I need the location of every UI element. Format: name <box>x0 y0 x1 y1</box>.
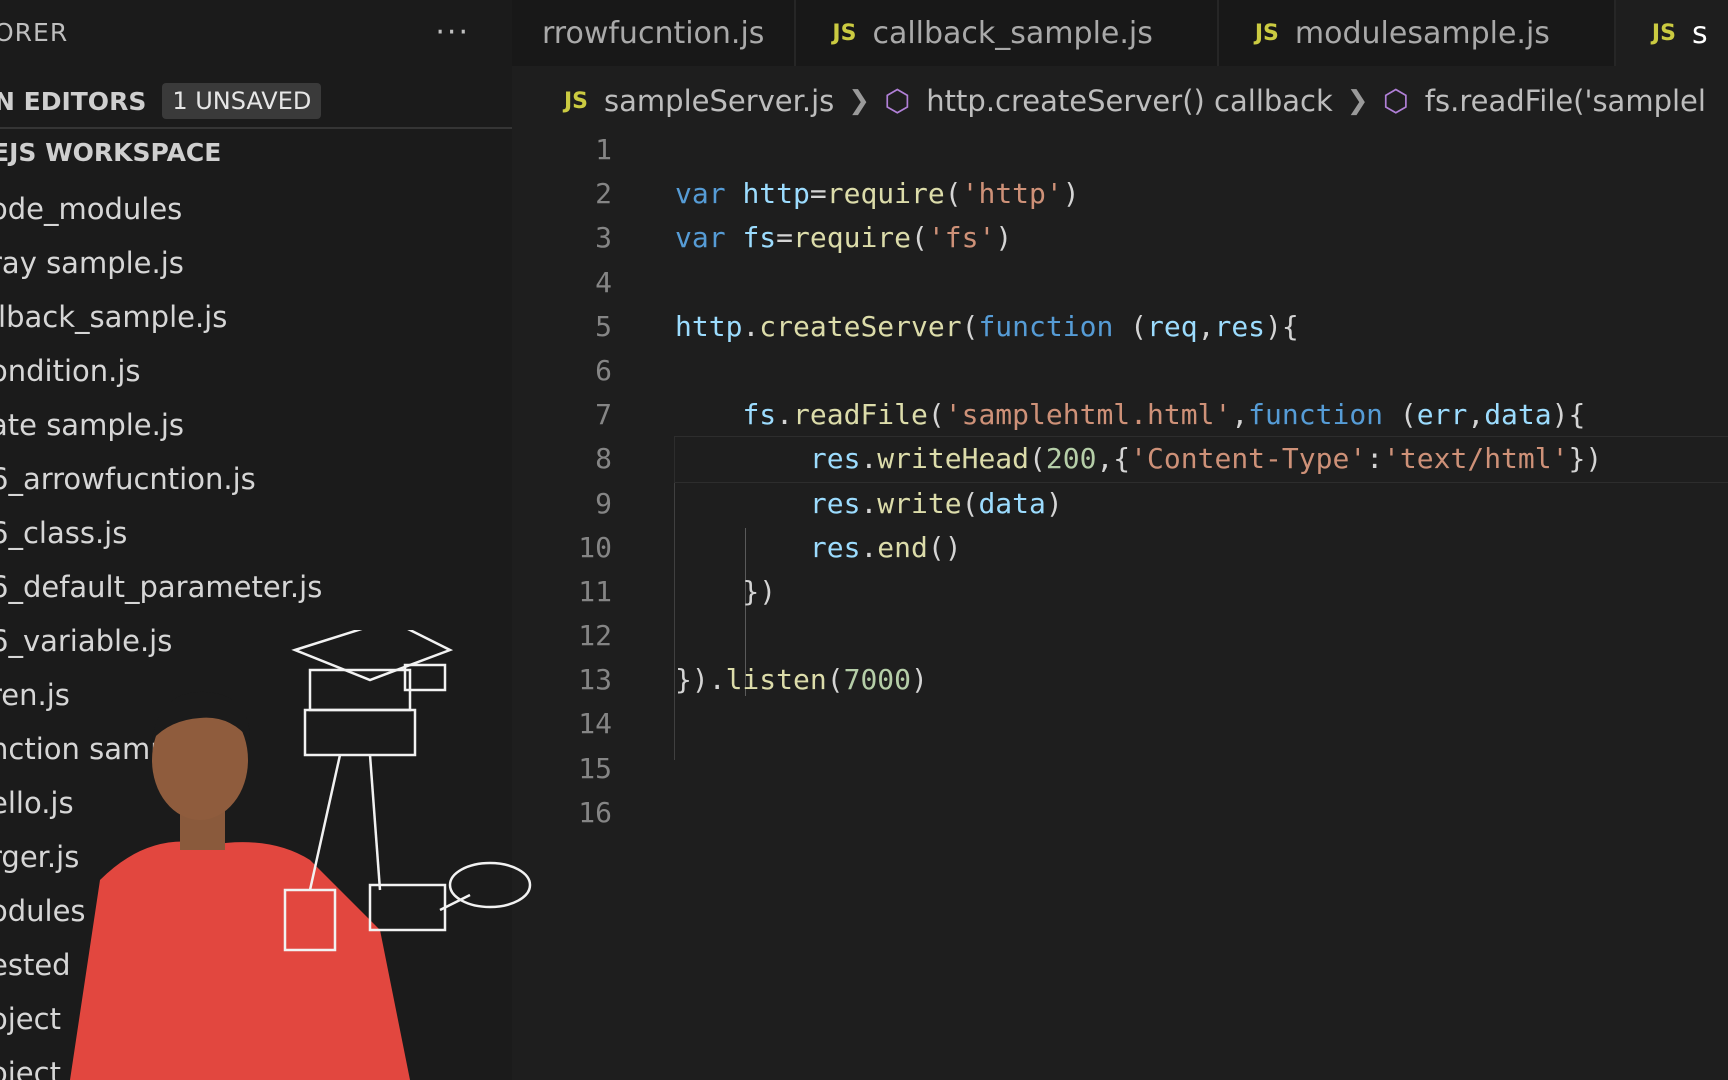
tab-arrowfunction[interactable]: rrowfucntion.js <box>512 0 797 66</box>
file-tree-item[interactable]: ray sample.js <box>0 236 322 290</box>
file-tree-item[interactable]: odules <box>0 884 322 938</box>
explorer-header: ORER ··· <box>0 0 512 64</box>
file-tree-item[interactable]: 6_arrowfucntion.js <box>0 452 322 506</box>
file-tree-item[interactable]: nction sample.js <box>0 722 322 776</box>
tab-callback-sample[interactable]: JS callback_sample.js <box>796 0 1219 66</box>
breadcrumb-callback[interactable]: http.createServer() callback <box>926 84 1333 118</box>
explorer-sidebar: ORER ··· N EDITORS 1 UNSAVED EJS WORKSPA… <box>0 0 512 1080</box>
js-file-icon: JS <box>1254 20 1279 46</box>
line-number: 10 <box>578 530 612 564</box>
sidebar-divider <box>0 127 512 129</box>
code-line-13: }).listen(7000) <box>675 663 928 697</box>
file-tree-item[interactable]: oject <box>0 992 322 1046</box>
ellipsis-icon[interactable]: ··· <box>435 15 470 50</box>
line-number: 1 <box>595 133 612 166</box>
js-file-icon: JS <box>564 88 589 114</box>
workspace-folder-label[interactable]: EJS WORKSPACE <box>0 138 221 167</box>
line-number: 11 <box>578 574 612 608</box>
file-tree-item[interactable]: ello.js <box>0 776 322 830</box>
tab-label: s <box>1691 15 1708 51</box>
line-number: 2 <box>595 177 612 211</box>
line-number: 12 <box>578 619 612 653</box>
open-editors-label: N EDITORS <box>0 86 147 116</box>
code-line-5: http.createServer(function (req,res){ <box>675 309 1299 343</box>
code-line-7: fs.readFile('samplehtml.html',function (… <box>742 398 1586 432</box>
line-number: 16 <box>578 795 612 829</box>
file-tree-item[interactable]: 6_variable.js <box>0 614 322 668</box>
tab-sampleserver[interactable]: JS s <box>1615 0 1728 66</box>
explorer-title: ORER <box>0 17 69 47</box>
code-line-9: res.write(data) <box>809 486 1063 520</box>
code-line-2: var http=require('http') <box>675 177 1080 211</box>
tab-label: callback_sample.js <box>872 15 1153 51</box>
line-number-gutter: 1 2 3 4 5 6 7 8 9 10 11 12 13 14 15 16 <box>512 128 612 835</box>
chevron-right-icon: ❯ <box>848 86 871 116</box>
file-tree-item[interactable]: ested <box>0 938 322 992</box>
line-number: 15 <box>578 751 612 785</box>
line-number: 7 <box>595 398 612 432</box>
code-line-11: }) <box>675 574 777 608</box>
tab-modulesample[interactable]: JS modulesample.js <box>1219 0 1616 66</box>
code-line-10: res.end() <box>809 530 962 564</box>
line-number: 4 <box>595 265 612 299</box>
file-tree-item[interactable]: llback_sample.js <box>0 290 322 344</box>
code-line-8: res.writeHead(200,{'Content-Type':'text/… <box>674 436 1728 483</box>
file-tree-item[interactable]: ren.js <box>0 668 322 722</box>
editor-tab-bar: rrowfucntion.js JS callback_sample.js JS… <box>512 0 1728 66</box>
breadcrumb-file[interactable]: sampleServer.js <box>604 84 834 118</box>
line-number: 8 <box>595 442 612 476</box>
open-editors-section[interactable]: N EDITORS 1 UNSAVED <box>0 76 322 126</box>
file-tree-item[interactable]: ondition.js <box>0 344 322 398</box>
line-number: 9 <box>595 486 612 520</box>
unsaved-badge: 1 UNSAVED <box>162 83 322 119</box>
file-tree-item[interactable]: rger.js <box>0 830 322 884</box>
file-tree-item[interactable]: 6_class.js <box>0 506 322 560</box>
line-number: 6 <box>595 353 612 387</box>
file-tree: ode_modules ray sample.js llback_sample.js… <box>0 182 322 1080</box>
breadcrumb: JS sampleServer.js ❯ ⬡ http.createServer… <box>512 66 1728 136</box>
chevron-right-icon: ❯ <box>1346 86 1369 116</box>
tab-label: modulesample.js <box>1294 15 1550 51</box>
file-tree-item[interactable]: 6_default_parameter.js <box>0 560 322 614</box>
line-number: 14 <box>578 707 612 741</box>
file-tree-item[interactable]: ode_modules <box>0 182 322 236</box>
code-area[interactable]: var http=require('http') var fs=require(… <box>674 128 1728 835</box>
breadcrumb-readfile[interactable]: fs.readFile('samplel <box>1425 84 1706 118</box>
code-line-3: var fs=require('fs') <box>675 221 1013 255</box>
cube-icon: ⬡ <box>884 83 911 119</box>
js-file-icon: JS <box>832 20 857 46</box>
file-tree-item[interactable]: ate sample.js <box>0 398 322 452</box>
js-file-icon: JS <box>1651 20 1676 46</box>
line-number: 13 <box>578 663 612 697</box>
line-number: 5 <box>595 309 612 343</box>
tab-label: rrowfucntion.js <box>542 15 765 51</box>
code-editor[interactable]: 1 2 3 4 5 6 7 8 9 10 11 12 13 14 15 16 var http=require… <box>512 128 1728 1080</box>
cube-icon: ⬡ <box>1382 83 1409 119</box>
line-number: 3 <box>595 221 612 255</box>
file-tree-item[interactable]: oject <box>0 1046 322 1080</box>
